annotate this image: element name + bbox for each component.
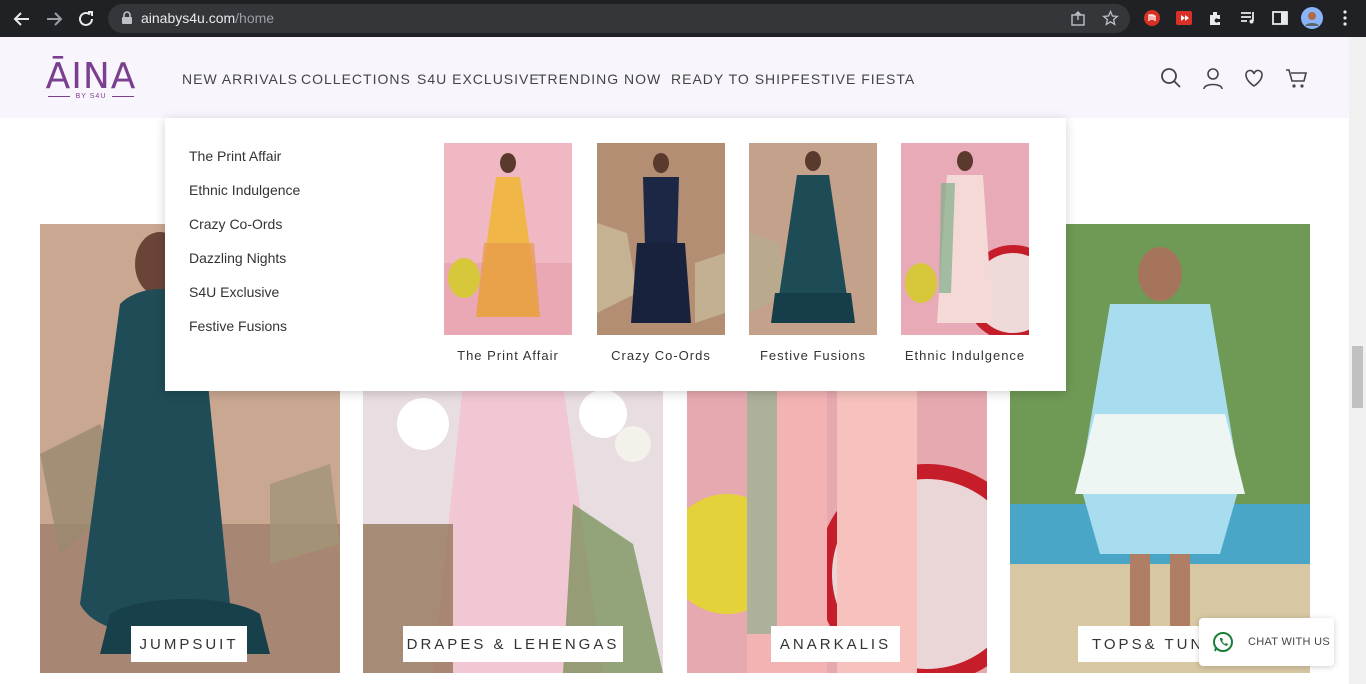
whatsapp-icon [1213, 632, 1233, 652]
festive-fusions-photo [749, 143, 877, 335]
dropdown-caption-crazy-co-ords: Crazy Co-Ords [611, 348, 711, 363]
extension-stop-icon[interactable] [1143, 9, 1161, 27]
side-panel-icon[interactable] [1271, 9, 1289, 27]
back-icon[interactable] [11, 8, 33, 30]
dropdown-card-crazy-co-ords[interactable]: Crazy Co-Ords [597, 143, 725, 363]
category-label-anarkalis[interactable]: ANARKALIS [771, 626, 900, 662]
brand-logo[interactable]: ĀINA BY S4U [38, 50, 144, 106]
dropdown-link-crazy-co-ords[interactable]: Crazy Co-Ords [189, 216, 282, 232]
dropdown-link-print-affair[interactable]: The Print Affair [189, 148, 281, 164]
url-domain: ainabys4u.com [141, 10, 236, 26]
search-icon[interactable] [1159, 66, 1183, 90]
dropdown-card-print-affair[interactable]: The Print Affair [444, 143, 572, 363]
extension-media-icon[interactable] [1175, 9, 1193, 27]
bookmark-star-icon[interactable] [1102, 10, 1119, 27]
url-path: /home [235, 10, 275, 26]
scrollbar-thumb[interactable] [1352, 346, 1363, 408]
nav-s4u-exclusive[interactable]: S4U EXCLUSIVE [417, 71, 540, 87]
extensions-puzzle-icon[interactable] [1207, 9, 1225, 27]
chat-label: CHAT WITH US [1248, 636, 1331, 648]
nav-new-arrivals[interactable]: NEW ARRIVALS [182, 71, 298, 87]
dropdown-caption-festive-fusions: Festive Fusions [759, 348, 867, 363]
dropdown-caption-print-affair: The Print Affair [457, 348, 559, 363]
dropdown-caption-ethnic-indulgence: Ethnic Indulgence [904, 348, 1026, 363]
nav-festive-fiesta[interactable]: FESTIVE FIESTA [791, 71, 915, 87]
dropdown-link-dazzling-nights[interactable]: Dazzling Nights [189, 250, 286, 266]
kebab-menu-icon[interactable] [1336, 9, 1354, 27]
nav-ready-to-ship[interactable]: READY TO SHIP [671, 71, 791, 87]
ethnic-indulgence-photo [901, 143, 1061, 341]
dropdown-link-ethnic-indulgence[interactable]: Ethnic Indulgence [189, 182, 300, 198]
dropdown-link-festive-fusions[interactable]: Festive Fusions [189, 318, 287, 334]
reload-icon[interactable] [75, 8, 97, 30]
profile-avatar[interactable] [1301, 7, 1323, 29]
category-label-jumpsuit[interactable]: JUMPSUIT [131, 626, 247, 662]
print-affair-photo [444, 143, 572, 335]
share-icon[interactable] [1070, 10, 1087, 27]
dropdown-card-ethnic-indulgence[interactable]: Ethnic Indulgence [901, 143, 1061, 363]
url-text: ainabys4u.com/home [141, 10, 274, 26]
forward-icon[interactable] [43, 8, 65, 30]
dropdown-link-s4u-exclusive[interactable]: S4U Exclusive [189, 284, 279, 300]
address-bar[interactable]: ainabys4u.com/home [108, 4, 1130, 33]
crazy-co-ords-photo [597, 143, 725, 335]
whatsapp-chat-button[interactable]: CHAT WITH US [1199, 618, 1334, 666]
category-label-drapes-lehengas[interactable]: DRAPES & LEHENGAS [403, 626, 623, 662]
collections-dropdown: The Print Affair Ethnic Indulgence Crazy… [165, 118, 1066, 391]
nav-collections[interactable]: COLLECTIONS [301, 71, 411, 87]
browser-toolbar: ainabys4u.com/home [0, 0, 1366, 37]
dropdown-card-festive-fusions[interactable]: Festive Fusions [749, 143, 877, 363]
cart-icon[interactable] [1285, 66, 1309, 90]
brand-name: ĀINA [45, 56, 137, 97]
media-queue-icon[interactable] [1239, 9, 1257, 27]
nav-trending-now[interactable]: TRENDING NOW [538, 71, 661, 87]
brand-sub: BY S4U [38, 93, 144, 100]
wishlist-heart-icon[interactable] [1242, 66, 1266, 90]
lock-icon [122, 11, 132, 24]
account-icon[interactable] [1201, 66, 1225, 90]
